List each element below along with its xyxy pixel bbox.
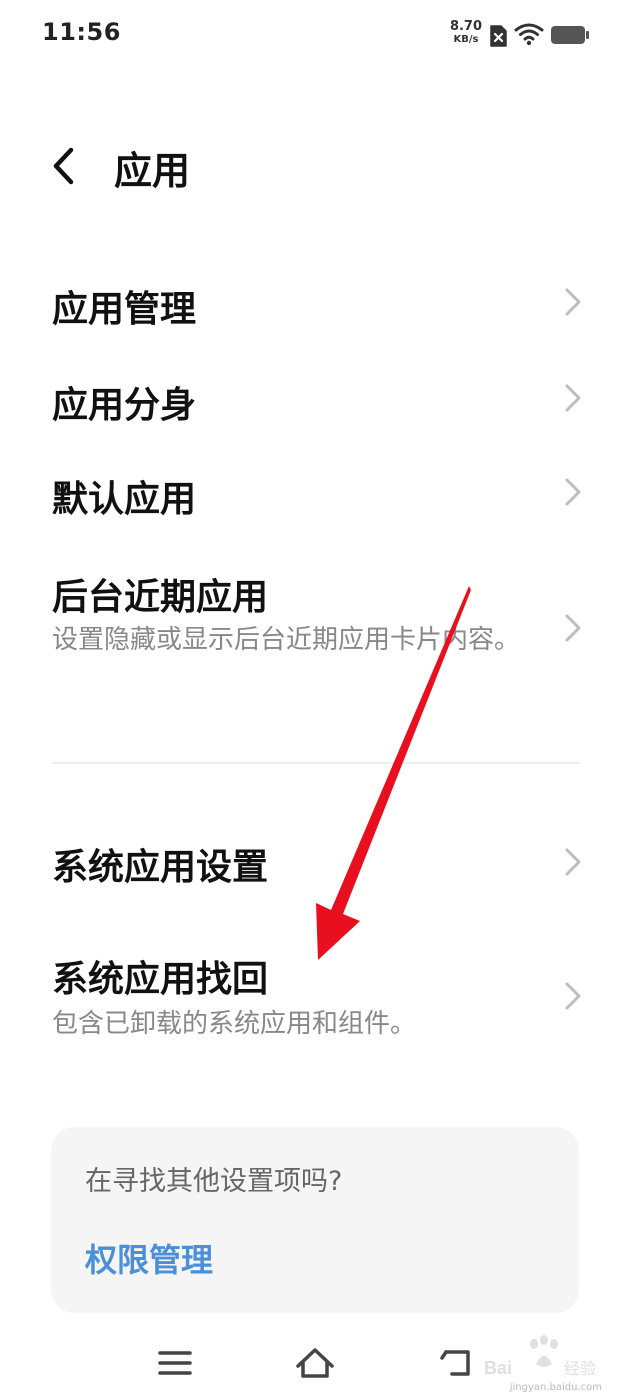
- suggestion-card: 在寻找其他设置项吗? 权限管理: [51, 1127, 579, 1313]
- suggestion-prompt: 在寻找其他设置项吗?: [85, 1166, 343, 1197]
- item-title: 应用管理: [52, 289, 197, 330]
- wifi-icon: [514, 23, 544, 46]
- item-title: 后台近期应用: [52, 577, 269, 618]
- chevron-right-icon: [565, 848, 581, 876]
- page-title: 应用: [114, 149, 191, 193]
- page-header: 应用: [0, 130, 630, 200]
- svg-text:Bai: Bai: [484, 1358, 512, 1378]
- item-subtitle: 设置隐藏或显示后台近期应用卡片内容。: [52, 625, 521, 655]
- net-speed-indicator: 8.70 KB/s: [446, 20, 486, 46]
- item-title: 系统应用设置: [52, 847, 269, 888]
- chevron-right-icon: [565, 384, 581, 412]
- settings-item-app-management[interactable]: 应用管理: [0, 270, 630, 340]
- chevron-right-icon: [565, 478, 581, 506]
- item-title: 系统应用找回: [52, 959, 269, 1000]
- chevron-left-icon: [53, 147, 74, 185]
- settings-item-recent-apps[interactable]: 后台近期应用 设置隐藏或显示后台近期应用卡片内容。: [0, 558, 630, 698]
- net-speed-unit: KB/s: [453, 34, 479, 45]
- settings-item-system-app-settings[interactable]: 系统应用设置: [0, 828, 630, 898]
- back-button[interactable]: [40, 142, 90, 192]
- section-divider: [52, 762, 580, 764]
- settings-item-system-app-recovery[interactable]: 系统应用找回 包含已卸载的系统应用和组件。: [0, 940, 630, 1050]
- sim-error-icon: [490, 25, 507, 47]
- svg-text:经验: 经验: [564, 1359, 596, 1378]
- net-speed-value: 8.70: [449, 19, 483, 34]
- settings-item-app-clone[interactable]: 应用分身: [0, 366, 630, 436]
- item-title: 默认应用: [52, 479, 197, 520]
- status-bar: 11:56 8.70 KB/s: [0, 0, 630, 70]
- watermark-url: jingyan.baidu.com: [509, 1382, 602, 1393]
- chevron-right-icon: [565, 982, 581, 1010]
- home-icon[interactable]: [290, 1338, 340, 1388]
- permission-management-link[interactable]: 权限管理: [85, 1235, 213, 1281]
- menu-icon[interactable]: [150, 1338, 200, 1388]
- battery-icon: [551, 26, 589, 44]
- item-title: 应用分身: [52, 385, 197, 426]
- chevron-right-icon: [565, 614, 581, 642]
- back-icon[interactable]: [432, 1338, 482, 1388]
- status-time: 11:56: [42, 18, 121, 46]
- settings-item-default-apps[interactable]: 默认应用: [0, 460, 630, 530]
- chevron-right-icon: [565, 288, 581, 316]
- item-subtitle: 包含已卸载的系统应用和组件。: [52, 1009, 417, 1039]
- baidu-jingyan-watermark: Bai 经验: [484, 1335, 596, 1378]
